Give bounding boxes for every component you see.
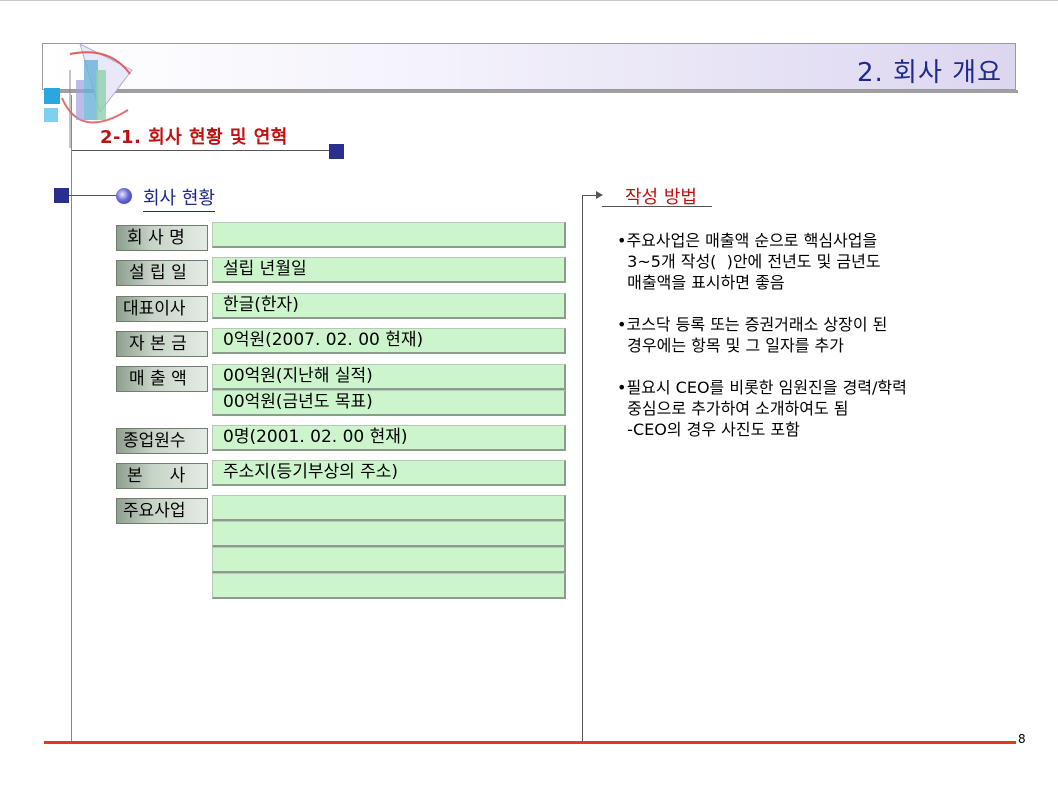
company-status-title: 회사 현황 bbox=[143, 184, 215, 212]
row-value-main-business-3 bbox=[212, 547, 566, 573]
subsection-square-icon bbox=[54, 188, 69, 203]
footer-line bbox=[44, 741, 1016, 744]
row-value-main-business-4 bbox=[212, 573, 566, 599]
guide-note-2: •코스닥 등록 또는 증권거래소 상장이 된 경우에는 항목 및 그 일자를 추… bbox=[617, 315, 888, 355]
section-title-underline bbox=[72, 150, 330, 151]
row-label-sales: 매 출 액 bbox=[116, 366, 208, 392]
guide-note-3: •필요시 CEO를 비롯한 임원진을 경력/학력 중심으로 추가하여 소개하여도… bbox=[617, 378, 907, 439]
row-label-ceo: 대표이사 bbox=[116, 296, 208, 322]
row-label-founded: 설 립 일 bbox=[116, 260, 208, 286]
row-value-ceo: 한글(한자) bbox=[212, 293, 566, 319]
row-value-headquarters: 주소지(등기부상의 주소) bbox=[212, 460, 566, 486]
section-square-icon bbox=[329, 144, 344, 159]
bullet-circle-icon bbox=[116, 188, 132, 204]
top-border bbox=[0, 0, 1058, 1]
row-label-company-name: 회 사 명 bbox=[116, 225, 208, 251]
left-vertical-rule bbox=[71, 95, 72, 743]
row-label-headquarters: 본 사 bbox=[116, 463, 208, 489]
row-value-capital: 0억원(2007. 02. 00 현재) bbox=[212, 328, 566, 354]
right-vertical-rule bbox=[582, 195, 583, 743]
section-title: 2-1. 회사 현황 및 연혁 bbox=[100, 127, 288, 148]
row-value-company-name bbox=[212, 222, 566, 248]
page-number: 8 bbox=[1018, 732, 1026, 746]
guide-note-1: •주요사업은 매출액 순으로 핵심사업을 3~5개 작성( )안에 전년도 및 … bbox=[617, 231, 881, 292]
guide-connector bbox=[583, 195, 597, 196]
arrow-right-icon bbox=[596, 191, 603, 199]
row-value-main-business-1 bbox=[212, 495, 566, 521]
subsection-connector bbox=[69, 195, 117, 196]
page-title: 2. 회사 개요 bbox=[856, 58, 1002, 88]
header-shadow bbox=[44, 90, 1018, 93]
row-label-main-business: 주요사업 bbox=[116, 498, 208, 524]
row-label-employees: 종업원수 bbox=[116, 428, 208, 454]
row-value-sales-target: 00억원(금년도 목표) bbox=[212, 390, 566, 416]
row-value-sales-last: 00억원(지난해 실적) bbox=[212, 364, 566, 390]
row-label-capital: 자 본 금 bbox=[116, 331, 208, 357]
guide-title-underline bbox=[602, 206, 712, 207]
row-value-employees: 0명(2001. 02. 00 현재) bbox=[212, 425, 566, 451]
row-value-founded: 설립 년월일 bbox=[212, 257, 566, 283]
row-value-main-business-2 bbox=[212, 521, 566, 547]
